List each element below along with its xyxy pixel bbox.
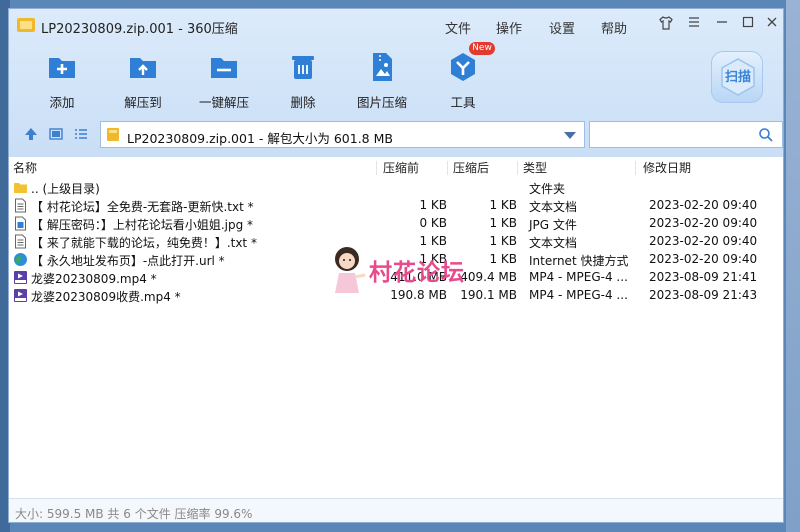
archive-icon (107, 128, 119, 141)
menu-help[interactable]: 帮助 (601, 18, 627, 37)
tools-button[interactable]: 工具 (428, 49, 498, 111)
app-logo-icon (17, 18, 35, 32)
column-date[interactable]: 修改日期 (643, 159, 691, 176)
file-size-after: 1 KB (489, 198, 517, 212)
skin-shirt-icon[interactable] (655, 15, 677, 35)
file-name: 【 来了就能下载的论坛，纯免费！】.txt * (31, 236, 257, 250)
file-name: 【 永久地址发布页】-点此打开.url * (31, 254, 225, 268)
table-row[interactable]: .. (上级目录) 文件夹 (9, 179, 783, 197)
app-window: LP20230809.zip.001 - 360压缩 文件 操作 设置 帮助 添… (8, 8, 784, 523)
file-date: 2023-02-20 09:40 (649, 198, 758, 212)
menu-file[interactable]: 文件 (445, 18, 471, 37)
tools-icon (451, 53, 475, 81)
top-chrome: LP20230809.zip.001 - 360压缩 文件 操作 设置 帮助 添… (9, 9, 783, 157)
delete-icon (292, 56, 314, 79)
menu-settings[interactable]: 设置 (549, 18, 575, 37)
thumbnail-view-icon[interactable] (48, 126, 64, 142)
add-label: 添加 (49, 95, 75, 110)
main-menu-icon[interactable] (683, 15, 705, 35)
minimize-icon[interactable] (711, 15, 733, 35)
address-dropdown-icon[interactable] (564, 132, 576, 139)
tools-label: 工具 (450, 95, 476, 110)
column-separator[interactable] (447, 161, 448, 175)
file-name: 【 村花论坛】全免费-无套路-更新快.txt * (31, 200, 254, 214)
address-text: LP20230809.zip.001 - 解包大小为 601.8 MB (127, 131, 393, 146)
column-size-after[interactable]: 压缩后 (453, 159, 489, 176)
extract-to-icon (130, 58, 156, 78)
image-file-icon (15, 216, 26, 231)
globe-icon (14, 253, 27, 266)
extract-to-button[interactable]: 解压到 (108, 49, 178, 111)
file-size-before: 0 KB (419, 216, 447, 230)
new-badge: New (469, 42, 495, 55)
table-row[interactable]: 【 村花论坛】全免费-无套路-更新快.txt * 1 KB 1 KB 文本文档 … (9, 197, 783, 215)
desktop-background-right (786, 0, 800, 532)
table-row[interactable]: 【 解压密码：】上村花论坛看小姐姐.jpg * 0 KB 1 KB JPG 文件… (9, 215, 783, 233)
up-arrow-icon[interactable] (23, 126, 39, 142)
status-text: 大小: 599.5 MB 共 6 个文件 压缩率 99.6% (15, 507, 253, 521)
file-type: 文件夹 (529, 182, 566, 196)
delete-label: 删除 (290, 95, 316, 110)
file-name: 龙婆20230809.mp4 * (31, 272, 157, 286)
file-size-after: 1 KB (489, 216, 517, 230)
column-name[interactable]: 名称 (13, 159, 37, 176)
text-file-icon (15, 234, 26, 249)
watermark-text: 村花论坛 (369, 260, 465, 286)
scan-label: 扫描 (724, 70, 751, 85)
one-click-extract-icon (211, 58, 237, 78)
close-icon[interactable] (761, 15, 783, 35)
girl-mascot-icon (335, 247, 366, 293)
search-box[interactable] (589, 121, 783, 148)
column-size-before[interactable]: 压缩前 (383, 159, 419, 176)
image-compress-icon (373, 53, 392, 81)
file-date: 2023-08-09 21:43 (649, 288, 758, 302)
menu-operate[interactable]: 操作 (496, 18, 522, 37)
mp4-file-icon (14, 271, 27, 284)
file-date: 2023-08-09 21:41 (649, 270, 758, 284)
list-header: 名称 压缩前 压缩后 类型 修改日期 (9, 159, 783, 177)
column-separator[interactable] (376, 161, 377, 175)
column-type[interactable]: 类型 (523, 159, 547, 176)
mp4-file-icon (14, 289, 27, 302)
add-icon (49, 58, 75, 78)
file-date: 2023-02-20 09:40 (649, 252, 758, 266)
file-name: 龙婆20230809收费.mp4 * (31, 290, 181, 304)
address-bar[interactable]: LP20230809.zip.001 - 解包大小为 601.8 MB (100, 121, 585, 148)
title-bar: LP20230809.zip.001 - 360压缩 文件 操作 设置 帮助 (9, 9, 783, 41)
file-type: MP4 - MPEG-4 ... (529, 270, 628, 284)
file-name: 【 解压密码：】上村花论坛看小姐姐.jpg * (31, 218, 254, 232)
search-icon[interactable] (758, 127, 774, 143)
file-type: Internet 快捷方式 (529, 254, 629, 268)
column-separator[interactable] (635, 161, 636, 175)
add-button[interactable]: 添加 (27, 49, 97, 111)
address-row: LP20230809.zip.001 - 解包大小为 601.8 MB (9, 117, 783, 153)
file-type: 文本文档 (529, 236, 578, 250)
scan-button[interactable]: 扫描 (711, 51, 763, 103)
maximize-icon[interactable] (737, 15, 759, 35)
file-name: .. (上级目录) (31, 182, 100, 196)
image-compress-label: 图片压缩 (356, 95, 407, 110)
file-type: 文本文档 (529, 200, 578, 214)
watermark: 村花论坛 (327, 245, 487, 305)
file-size-before: 1 KB (419, 198, 447, 212)
text-file-icon (15, 198, 26, 213)
list-view-icon[interactable] (73, 126, 89, 142)
status-bar: 大小: 599.5 MB 共 6 个文件 压缩率 99.6% (9, 498, 783, 522)
file-date: 2023-02-20 09:40 (649, 234, 758, 248)
file-type: MP4 - MPEG-4 ... (529, 288, 628, 302)
extract-to-label: 解压到 (124, 95, 162, 110)
delete-button[interactable]: 删除 (268, 49, 338, 111)
window-title: LP20230809.zip.001 - 360压缩 (41, 22, 238, 37)
image-compress-button[interactable]: 图片压缩 (347, 49, 417, 111)
column-separator[interactable] (517, 161, 518, 175)
file-date: 2023-02-20 09:40 (649, 216, 758, 230)
file-type: JPG 文件 (529, 218, 577, 232)
one-click-extract-label: 一键解压 (198, 95, 249, 110)
one-click-extract-button[interactable]: 一键解压 (189, 49, 259, 111)
folder-icon (14, 183, 27, 193)
